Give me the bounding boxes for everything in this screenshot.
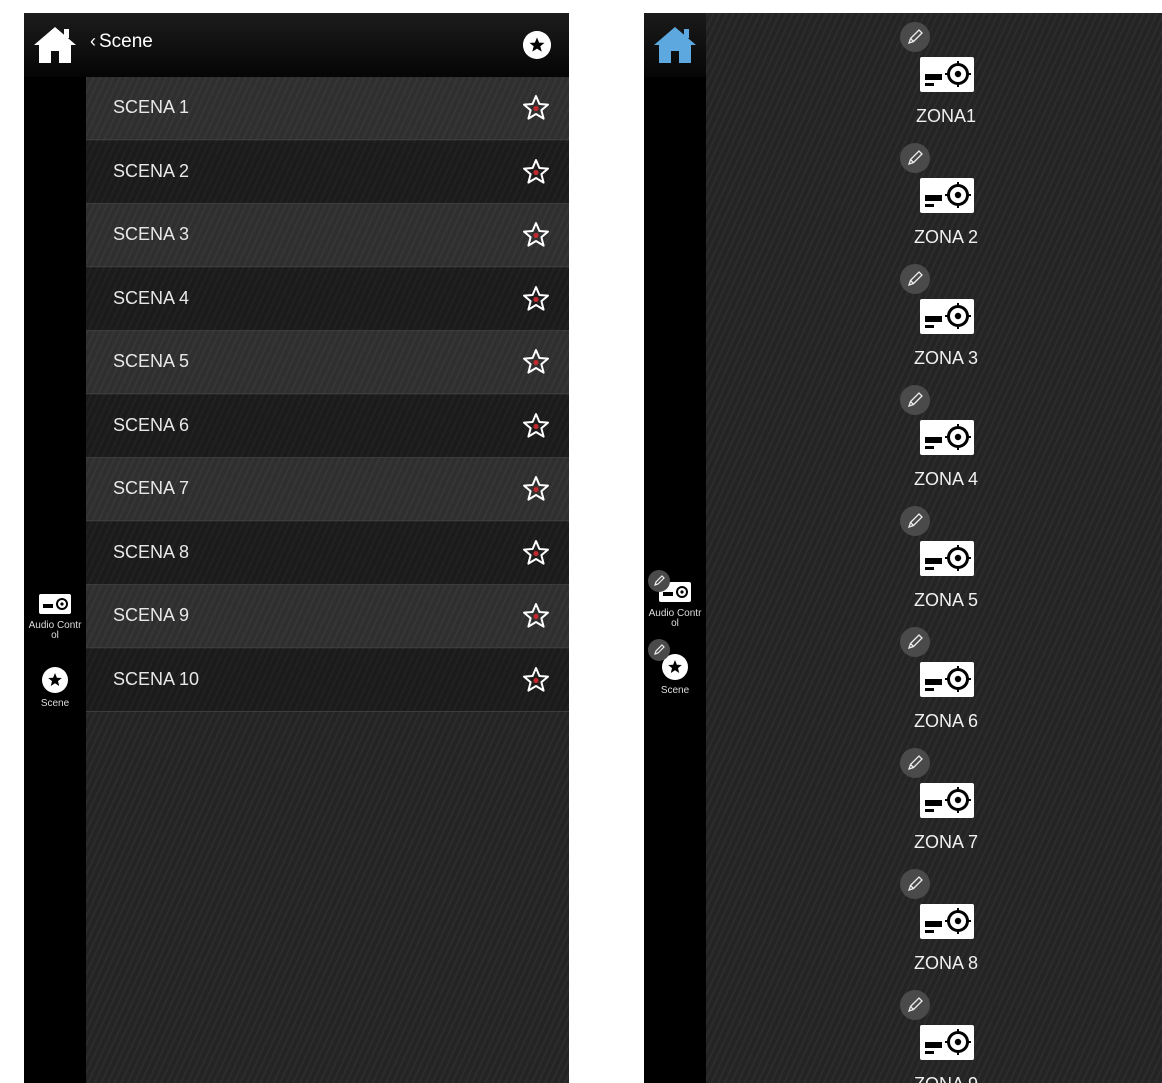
star-outline-icon[interactable] [522, 475, 550, 503]
zone-item[interactable]: ZONA1 [876, 22, 1016, 142]
edit-pencil-icon[interactable] [900, 506, 930, 536]
zone-item[interactable]: ZONA 8 [876, 869, 1016, 989]
edit-pencil-icon[interactable] [900, 869, 930, 899]
list-item[interactable]: SCENA 4 [86, 268, 569, 331]
scene-list: SCENA 1 SCENA 2 SCENA 3 SCENA 4 SCENA 5 … [86, 77, 569, 1083]
star-outline-icon[interactable] [522, 158, 550, 186]
back-label: Scene [99, 31, 153, 52]
list-item[interactable]: SCENA 3 [86, 204, 569, 267]
scene-label: SCENA 1 [113, 97, 190, 117]
list-item[interactable]: SCENA 2 [86, 141, 569, 204]
audio-control-icon [39, 594, 71, 614]
zone-edit-screen: Audio Contr ol Scene ZONA1 ZONA 2 ZONA 3… [644, 13, 1162, 1083]
audio-zone-icon [920, 541, 974, 576]
list-item[interactable]: SCENA 5 [86, 331, 569, 394]
scene-label: SCENA 10 [113, 669, 200, 689]
sidebar: Audio Contr ol Scene [24, 77, 86, 1083]
header-bar: ‹ Scene [24, 13, 569, 77]
zone-grid: ZONA1 ZONA 2 ZONA 3 ZONA 4 ZONA 5 ZONA 6 [706, 13, 1162, 1083]
zone-label: ZONA 4 [913, 469, 979, 489]
home-icon[interactable] [652, 23, 698, 67]
sidebar: Audio Contr ol Scene [644, 13, 706, 1083]
edit-pencil-icon[interactable] [648, 639, 670, 661]
audio-zone-icon [920, 1025, 974, 1060]
scene-label: SCENA 3 [113, 224, 190, 244]
zone-label: ZONA 2 [913, 227, 979, 247]
edit-pencil-icon[interactable] [900, 990, 930, 1020]
zone-label: ZONA 5 [913, 590, 979, 610]
edit-pencil-icon[interactable] [900, 22, 930, 52]
list-item[interactable]: SCENA 10 [86, 649, 569, 712]
zone-item[interactable]: ZONA 5 [876, 506, 1016, 626]
list-item[interactable]: SCENA 1 [86, 77, 569, 140]
sidebar-item-scene[interactable]: Scene [644, 639, 706, 696]
edit-pencil-icon[interactable] [648, 570, 670, 592]
home-area [644, 13, 706, 77]
edit-pencil-icon[interactable] [900, 627, 930, 657]
star-outline-icon[interactable] [522, 539, 550, 567]
zone-item[interactable]: ZONA 2 [876, 143, 1016, 263]
sidebar-item-label: Audio Contr ol [648, 608, 702, 629]
zone-item[interactable]: ZONA 3 [876, 264, 1016, 384]
scene-label: SCENA 8 [113, 542, 190, 562]
sidebar-item-audio-control[interactable]: Audio Contr ol [24, 592, 86, 641]
favorites-star-icon[interactable] [523, 31, 551, 59]
star-circle-icon [42, 667, 68, 693]
sidebar-item-audio-control[interactable]: Audio Contr ol [644, 570, 706, 629]
star-outline-icon[interactable] [522, 221, 550, 249]
scene-label: SCENA 4 [113, 288, 190, 308]
list-item[interactable]: SCENA 9 [86, 585, 569, 648]
scene-label: SCENA 9 [113, 605, 190, 625]
zone-label: ZONA 3 [913, 348, 979, 368]
sidebar-item-scene[interactable]: Scene [24, 666, 86, 709]
zone-item[interactable]: ZONA 6 [876, 627, 1016, 747]
star-outline-icon[interactable] [522, 94, 550, 122]
scene-label: SCENA 7 [113, 478, 190, 498]
zone-item[interactable]: ZONA 9 [876, 990, 1016, 1083]
zone-label: ZONA1 [915, 106, 976, 126]
zone-item[interactable]: ZONA 7 [876, 748, 1016, 868]
sidebar-item-label: Audio Contr ol [28, 620, 82, 641]
home-icon[interactable] [32, 23, 78, 67]
zone-label: ZONA 8 [913, 953, 979, 973]
list-item[interactable]: SCENA 8 [86, 522, 569, 585]
back-button[interactable]: ‹ Scene [90, 31, 153, 53]
audio-zone-icon [920, 904, 974, 939]
scene-label: SCENA 2 [113, 161, 190, 181]
star-outline-icon[interactable] [522, 285, 550, 313]
edit-pencil-icon[interactable] [900, 748, 930, 778]
star-outline-icon[interactable] [522, 666, 550, 694]
scene-label: SCENA 6 [113, 415, 190, 435]
star-outline-icon[interactable] [522, 412, 550, 440]
audio-zone-icon [920, 420, 974, 455]
zone-label: ZONA 9 [876, 1074, 1016, 1083]
star-outline-icon[interactable] [522, 602, 550, 630]
zone-label: ZONA 6 [913, 711, 979, 731]
audio-zone-icon [920, 783, 974, 818]
edit-pencil-icon[interactable] [900, 385, 930, 415]
edit-pencil-icon[interactable] [900, 143, 930, 173]
zone-item[interactable]: ZONA 4 [876, 385, 1016, 505]
scene-list-screen: ‹ Scene Audio Contr ol Scene SCENA 1 SCE… [24, 13, 569, 1083]
zone-label: ZONA 7 [913, 832, 979, 852]
scene-label: SCENA 5 [113, 351, 190, 371]
star-outline-icon[interactable] [522, 348, 550, 376]
sidebar-item-label: Scene [40, 698, 70, 709]
list-item[interactable]: SCENA 7 [86, 458, 569, 521]
chevron-left-icon: ‹ [90, 31, 96, 51]
list-item[interactable]: SCENA 6 [86, 395, 569, 458]
audio-zone-icon [920, 57, 974, 92]
audio-zone-icon [920, 299, 974, 334]
audio-zone-icon [920, 178, 974, 213]
edit-pencil-icon[interactable] [900, 264, 930, 294]
audio-zone-icon [920, 662, 974, 697]
sidebar-item-label: Scene [660, 685, 690, 696]
